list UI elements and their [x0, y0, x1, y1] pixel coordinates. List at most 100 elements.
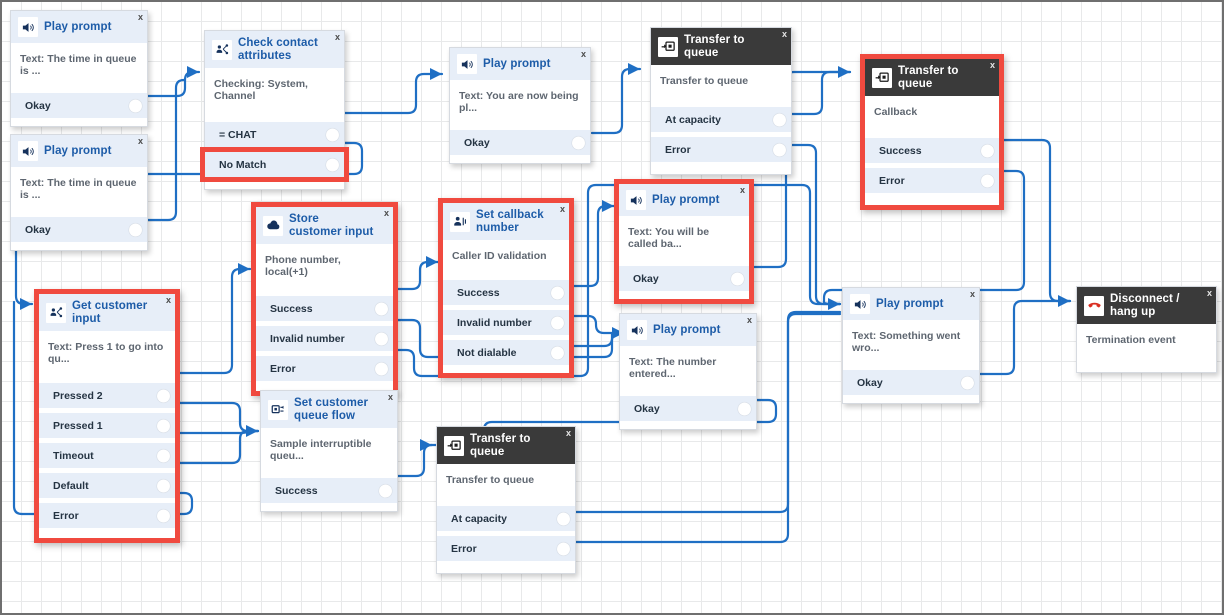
node-ports: Okay	[620, 396, 756, 421]
port-connector-dot[interactable]	[326, 128, 339, 141]
close-icon[interactable]: x	[335, 33, 340, 42]
port-error[interactable]: Error	[437, 536, 575, 561]
node-transfer-to-queue-callback[interactable]: Transfer to queue x Callback Success Err…	[860, 54, 1004, 210]
node-play-prompt-called-back[interactable]: Play prompt x Text: You will be called b…	[614, 179, 754, 304]
node-set-callback-number[interactable]: Set callback number x Caller ID validati…	[438, 198, 574, 378]
port-error[interactable]: Error	[651, 137, 791, 162]
close-icon[interactable]: x	[782, 30, 787, 39]
node-set-customer-queue-flow[interactable]: Set customer queue flow x Sample interru…	[260, 390, 398, 512]
close-icon[interactable]: x	[138, 13, 143, 22]
close-icon[interactable]: x	[166, 296, 171, 305]
port-connector-dot[interactable]	[157, 389, 170, 402]
node-disconnect-hang-up[interactable]: Disconnect / hang up x Termination event	[1076, 286, 1217, 373]
port-connector-dot[interactable]	[738, 402, 751, 415]
node-header[interactable]: Play prompt x	[619, 184, 749, 216]
port-connector-dot[interactable]	[572, 136, 585, 149]
node-header[interactable]: Set callback number x	[443, 203, 569, 240]
node-play-prompt-number-entered[interactable]: Play prompt x Text: The number entered..…	[619, 313, 757, 430]
port-connector-dot[interactable]	[157, 419, 170, 432]
close-icon[interactable]: x	[560, 205, 565, 214]
node-play-prompt-being-placed[interactable]: Play prompt x Text: You are now being pl…	[449, 47, 591, 164]
port-equals-chat[interactable]: = CHAT	[205, 122, 344, 147]
node-header[interactable]: Check contact attributes x	[205, 31, 344, 68]
node-header[interactable]: Play prompt x	[843, 288, 979, 320]
port-success[interactable]: Success	[261, 478, 397, 503]
port-connector-dot[interactable]	[157, 479, 170, 492]
node-play-prompt-queue-time-1[interactable]: Play prompt x Text: The time in queue is…	[10, 10, 148, 127]
node-header[interactable]: Transfer to queue x	[437, 427, 575, 464]
close-icon[interactable]: x	[747, 316, 752, 325]
port-connector-dot[interactable]	[129, 99, 142, 112]
port-okay[interactable]: Okay	[619, 266, 749, 291]
flow-canvas[interactable]: Play prompt x Text: The time in queue is…	[0, 0, 1224, 615]
port-connector-dot[interactable]	[157, 509, 170, 522]
port-connector-dot[interactable]	[379, 484, 392, 497]
node-transfer-to-queue-bottom[interactable]: Transfer to queue x Transfer to queue At…	[436, 426, 576, 574]
port-error[interactable]: Error	[256, 356, 393, 381]
node-header[interactable]: Get customer input x	[39, 294, 175, 331]
close-icon[interactable]: x	[740, 186, 745, 195]
port-not-dialable[interactable]: Not dialable	[443, 340, 569, 365]
port-no-match[interactable]: No Match	[200, 147, 349, 182]
port-success[interactable]: Success	[443, 280, 569, 305]
port-connector-dot[interactable]	[375, 302, 388, 315]
node-store-customer-input[interactable]: Store customer input x Phone number, loc…	[251, 202, 398, 396]
port-at-capacity[interactable]: At capacity	[651, 107, 791, 132]
port-pressed-1[interactable]: Pressed 1	[39, 413, 175, 438]
port-pressed-2[interactable]: Pressed 2	[39, 383, 175, 408]
port-connector-dot[interactable]	[981, 144, 994, 157]
close-icon[interactable]: x	[1207, 289, 1212, 298]
node-play-prompt-queue-time-2[interactable]: Play prompt x Text: The time in queue is…	[10, 134, 148, 251]
node-header[interactable]: Store customer input x	[256, 207, 393, 244]
port-at-capacity[interactable]: At capacity	[437, 506, 575, 531]
port-error[interactable]: Error	[865, 168, 999, 193]
port-okay[interactable]: Okay	[11, 93, 147, 118]
close-icon[interactable]: x	[384, 209, 389, 218]
node-header[interactable]: Disconnect / hang up x	[1077, 287, 1216, 324]
close-icon[interactable]: x	[388, 393, 393, 402]
port-okay[interactable]: Okay	[843, 370, 979, 395]
port-error[interactable]: Error	[39, 503, 175, 528]
port-connector-dot[interactable]	[557, 512, 570, 525]
port-success[interactable]: Success	[865, 138, 999, 163]
port-connector-dot[interactable]	[375, 332, 388, 345]
port-success[interactable]: Success	[256, 296, 393, 321]
port-connector-dot[interactable]	[551, 316, 564, 329]
node-header[interactable]: Transfer to queue x	[865, 59, 999, 96]
node-header[interactable]: Play prompt x	[11, 11, 147, 43]
port-connector-dot[interactable]	[551, 286, 564, 299]
port-timeout[interactable]: Timeout	[39, 443, 175, 468]
port-connector-dot[interactable]	[981, 174, 994, 187]
close-icon[interactable]: x	[970, 290, 975, 299]
node-header[interactable]: Transfer to queue x	[651, 28, 791, 65]
port-connector-dot[interactable]	[773, 143, 786, 156]
port-connector-dot[interactable]	[375, 362, 388, 375]
port-okay[interactable]: Okay	[11, 217, 147, 242]
close-icon[interactable]: x	[990, 61, 995, 70]
node-get-customer-input[interactable]: Get customer input x Text: Press 1 to go…	[34, 289, 180, 543]
node-transfer-to-queue-main[interactable]: Transfer to queue x Transfer to queue At…	[650, 27, 792, 175]
port-connector-dot[interactable]	[557, 542, 570, 555]
node-header[interactable]: Set customer queue flow x	[261, 391, 397, 428]
port-default[interactable]: Default	[39, 473, 175, 498]
port-connector-dot[interactable]	[961, 376, 974, 389]
close-icon[interactable]: x	[566, 429, 571, 438]
node-header[interactable]: Play prompt x	[450, 48, 590, 80]
node-play-prompt-something-wrong[interactable]: Play prompt x Text: Something went wro..…	[842, 287, 980, 404]
port-connector-dot[interactable]	[326, 158, 339, 171]
port-invalid-number[interactable]: Invalid number	[443, 310, 569, 335]
port-okay[interactable]: Okay	[620, 396, 756, 421]
node-header[interactable]: Play prompt x	[620, 314, 756, 346]
close-icon[interactable]: x	[138, 137, 143, 146]
port-connector-dot[interactable]	[129, 223, 142, 236]
port-invalid-number[interactable]: Invalid number	[256, 326, 393, 351]
node-ports: Success Invalid number Error	[256, 296, 393, 381]
node-header[interactable]: Play prompt x	[11, 135, 147, 167]
port-connector-dot[interactable]	[551, 346, 564, 359]
port-connector-dot[interactable]	[157, 449, 170, 462]
port-okay[interactable]: Okay	[450, 130, 590, 155]
close-icon[interactable]: x	[581, 50, 586, 59]
node-check-contact-attributes[interactable]: Check contact attributes x Checking: Sys…	[200, 30, 349, 190]
port-connector-dot[interactable]	[773, 113, 786, 126]
port-connector-dot[interactable]	[731, 272, 744, 285]
